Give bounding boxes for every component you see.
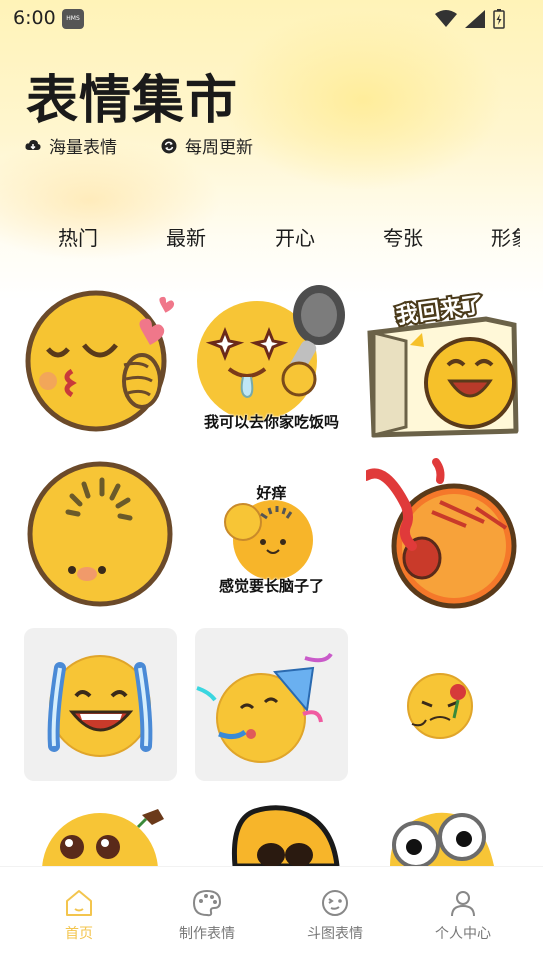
sticker-caption-bottom: 感觉要长脑子了 — [218, 577, 324, 595]
sticker-party-face[interactable] — [195, 628, 348, 781]
category-tabs: 热门 最新 开心 夸张 形象 — [0, 222, 520, 262]
signal-icon — [465, 10, 485, 28]
feature-weekly: 每周更新 — [161, 133, 253, 158]
home-icon — [66, 890, 92, 916]
hms-badge: HMS — [62, 9, 84, 29]
tab-exaggerated[interactable]: 夸张 — [383, 222, 423, 251]
refresh-icon — [161, 138, 177, 153]
tab-latest[interactable]: 最新 — [164, 222, 208, 255]
sticker-blank-face[interactable] — [24, 456, 177, 609]
sticker-googly-eyes[interactable] — [366, 799, 519, 866]
nav-label: 个人中心 — [435, 926, 491, 942]
cloud-download-icon — [25, 139, 41, 150]
nav-make-sticker[interactable]: 制作表情 — [152, 889, 262, 943]
smiley-icon — [322, 890, 348, 916]
sticker-kissing-face[interactable] — [24, 285, 177, 438]
sticker-rose-face[interactable] — [366, 628, 519, 781]
tab-happy[interactable]: 开心 — [275, 222, 315, 251]
feature-label: 每周更新 — [185, 138, 253, 158]
tab-image[interactable]: 形象 — [491, 222, 520, 251]
wifi-icon — [435, 10, 457, 27]
sticker-cute-eyes[interactable] — [24, 799, 177, 866]
status-bar: 6:00 HMS — [0, 0, 543, 38]
tab-hot[interactable]: 热门 — [58, 222, 98, 251]
bottom-navigation: 首页 制作表情 斗图表情 个人中心 — [0, 866, 543, 966]
page-title: 表情集市 — [26, 71, 239, 131]
feature-label: 海量表情 — [49, 138, 117, 158]
sticker-drooling-spoon[interactable]: 我可以去你家吃饭吗 — [195, 285, 348, 438]
nav-home[interactable]: 首页 — [24, 889, 134, 943]
battery-icon — [493, 9, 505, 29]
nav-label: 斗图表情 — [307, 926, 363, 942]
sticker-im-back[interactable]: 我回来了 — [366, 285, 519, 438]
feature-massive: 海量表情 — [25, 133, 117, 158]
nav-label: 首页 — [65, 926, 93, 942]
person-icon — [451, 891, 475, 917]
nav-battle-sticker[interactable]: 斗图表情 — [280, 889, 390, 943]
status-time: 6:00 — [13, 7, 56, 29]
sticker-caption: 我可以去你家吃饭吗 — [203, 413, 339, 431]
sticker-crying-red-face[interactable] — [366, 456, 519, 609]
sticker-tears-of-joy[interactable] — [24, 628, 177, 781]
palette-icon — [192, 889, 222, 917]
sticker-dark-face[interactable] — [195, 799, 348, 866]
nav-profile[interactable]: 个人中心 — [408, 889, 518, 943]
sticker-caption-top: 好痒 — [256, 484, 287, 502]
nav-label: 制作表情 — [179, 926, 235, 942]
sticker-itchy-head[interactable]: 好痒 感觉要长脑子了 — [195, 456, 348, 609]
